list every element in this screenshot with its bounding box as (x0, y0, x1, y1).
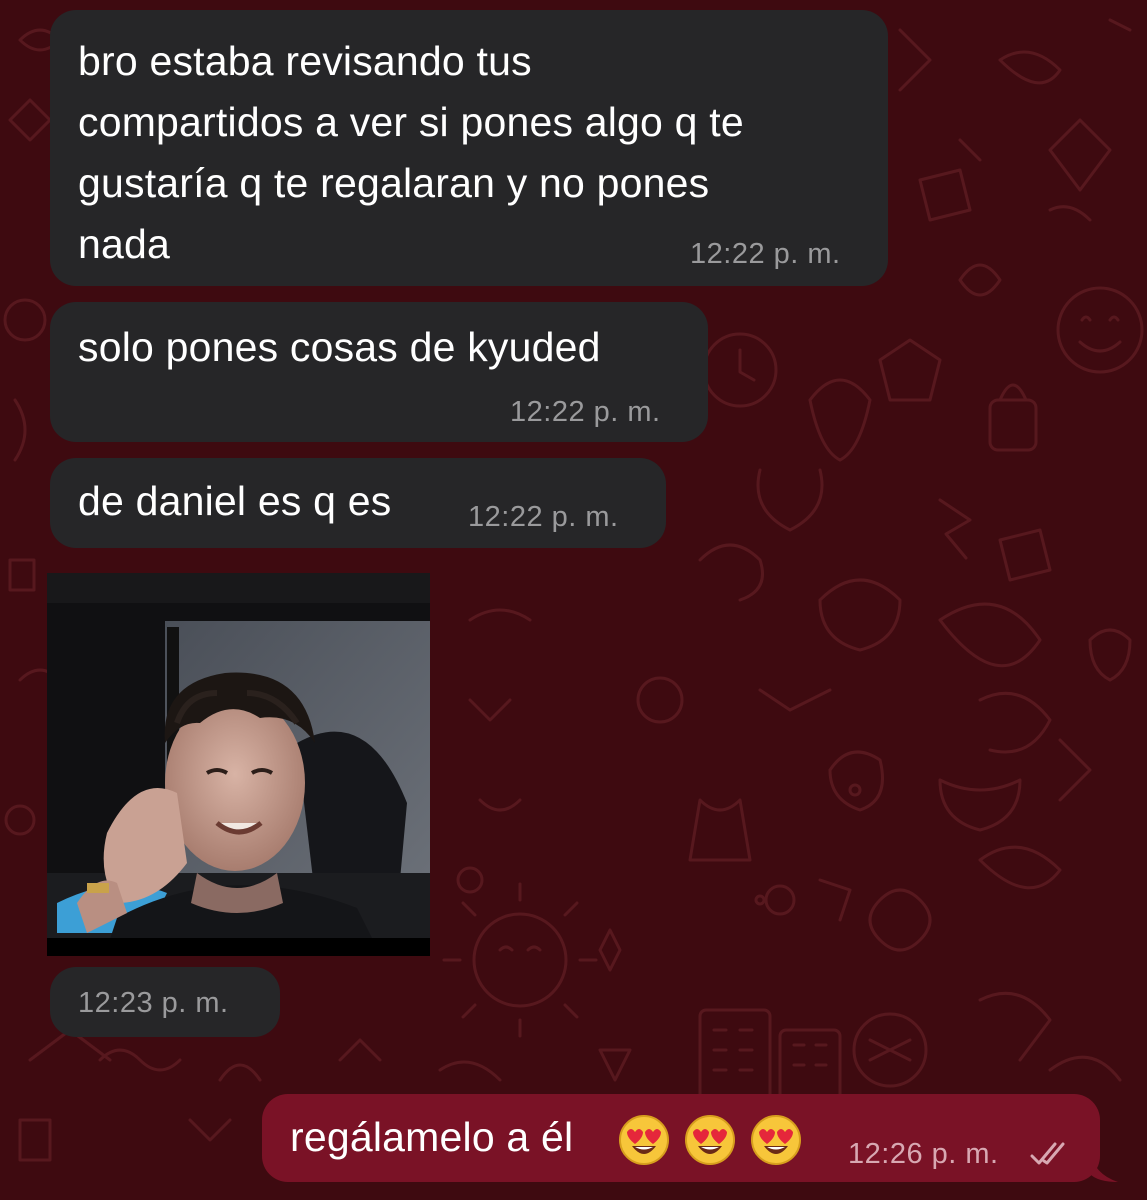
message-line: compartidos a ver si pones algo q te (78, 99, 744, 145)
message-timestamp: 12:22 p. m. (690, 238, 841, 270)
photo-of-person-icon (47, 573, 430, 956)
message-line: bro estaba revisando tus (78, 38, 532, 84)
message-text: de daniel es q es (78, 478, 392, 524)
message-bubble-outgoing[interactable]: regálamelo a él 12:26 p. m. (262, 1094, 1100, 1182)
message-bubble-3[interactable]: de daniel es q es 12:22 p. m. (50, 458, 666, 548)
double-check-icon (1030, 1142, 1065, 1165)
message-line: gustaría q te regalaran y no pones (78, 160, 710, 206)
message-bubble-2[interactable]: solo pones cosas de kyuded 12:22 p. m. (50, 302, 708, 442)
image-message[interactable] (47, 573, 430, 956)
heart-eyes-emoji-icon (685, 1115, 735, 1165)
message-bubble-1[interactable]: bro estaba revisando tus compartidos a v… (50, 10, 888, 286)
message-line: nada (78, 221, 171, 267)
message-timestamp: 12:23 p. m. (78, 987, 229, 1019)
heart-eyes-emoji-icon (619, 1115, 669, 1165)
message-timestamp: 12:22 p. m. (510, 396, 661, 428)
bubble-tail-icon (1090, 1152, 1118, 1182)
heart-eyes-emoji-icon (751, 1115, 801, 1165)
message-text: solo pones cosas de kyuded (78, 324, 601, 370)
image-timestamp-bubble: 12:23 p. m. (50, 967, 280, 1037)
message-timestamp: 12:26 p. m. (848, 1138, 999, 1170)
message-text: regálamelo a él (290, 1114, 574, 1160)
message-timestamp: 12:22 p. m. (468, 501, 619, 533)
